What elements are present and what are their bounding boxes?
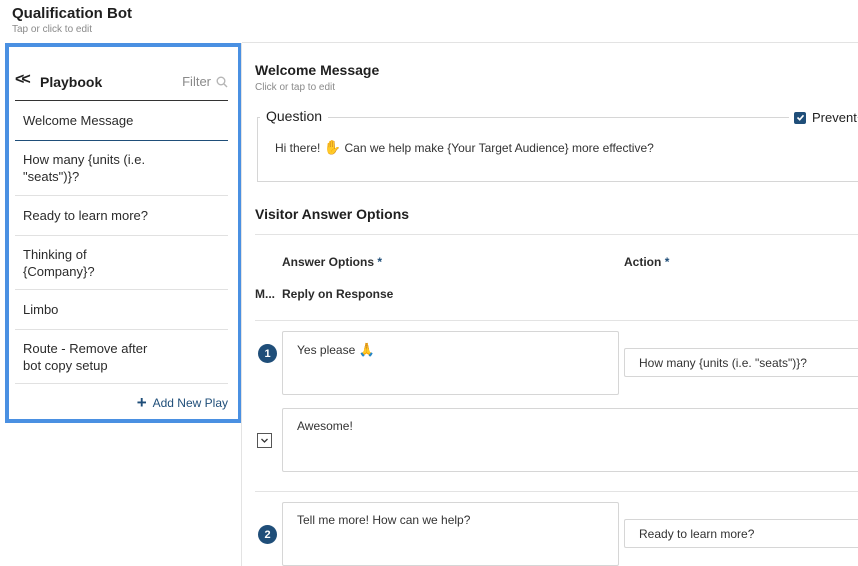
add-new-play-label: Add New Play: [152, 396, 228, 410]
answer-options-label: Answer Options: [282, 255, 375, 269]
sidebar-item-route[interactable]: Route - Remove after bot copy setup: [15, 330, 228, 384]
playbook-title: Playbook: [40, 74, 103, 90]
sidebar-item-label: Route - Remove after bot copy setup: [23, 340, 148, 373]
add-new-play-button[interactable]: + Add New Play: [136, 393, 228, 412]
required-mark: *: [664, 255, 670, 269]
prevent-label: Prevent: [812, 110, 857, 125]
option-number-badge: 2: [258, 525, 277, 544]
sidebar-item-thinking-of-company[interactable]: Thinking of {Company}?: [15, 236, 228, 290]
filter-button[interactable]: Filter: [182, 74, 228, 89]
sidebar-item-welcome-message[interactable]: Welcome Message: [15, 101, 228, 141]
m-column-header: M...: [255, 287, 275, 301]
question-text-end: Can we help make {Your Target Audience} …: [344, 141, 654, 155]
visitor-answer-options-title: Visitor Answer Options: [255, 206, 410, 222]
playbook-list: Welcome Message How many {units (i.e. "s…: [15, 101, 228, 384]
praying-hands-icon: 🙏: [358, 342, 375, 357]
app-title[interactable]: Qualification Bot: [12, 5, 132, 22]
search-icon: [216, 76, 228, 87]
answer-option-text: Yes please: [297, 343, 356, 357]
collapse-icon[interactable]: <<: [15, 71, 31, 89]
required-mark: *: [377, 255, 383, 269]
prevent-checkbox[interactable]: Prevent: [789, 110, 857, 125]
section-divider: [255, 234, 858, 235]
sidebar-item-label: How many {units (i.e. "seats")}?: [23, 152, 146, 184]
question-legend: Question: [260, 108, 329, 124]
panel-divider: [241, 43, 242, 566]
sidebar-item-label: Limbo: [23, 302, 59, 317]
reply-on-response-header: Reply on Response: [282, 287, 394, 301]
sidebar-item-label: Ready to learn more?: [23, 208, 149, 223]
action-header: Action *: [624, 255, 669, 269]
action-select[interactable]: Ready to learn more?: [624, 519, 858, 548]
collapse-toggle-icon[interactable]: [257, 433, 272, 448]
sidebar-item-label: Thinking of {Company}?: [23, 246, 95, 279]
filter-label: Filter: [182, 74, 211, 89]
action-select[interactable]: How many {units (i.e. "seats")}?: [624, 348, 858, 377]
answer-options-header: Answer Options *: [282, 255, 382, 269]
message-title[interactable]: Welcome Message: [255, 62, 379, 78]
sidebar-item-how-many-units[interactable]: How many {units (i.e. "seats")}?: [15, 141, 228, 196]
message-subtitle: Click or tap to edit: [255, 82, 336, 93]
app-subtitle: Tap or click to edit: [12, 24, 93, 35]
question-text[interactable]: Hi there! ✋ Can we help make {Your Targe…: [275, 139, 654, 156]
main-panel: Welcome Message Click or tap to edit Que…: [255, 0, 858, 566]
sidebar-item-limbo[interactable]: Limbo: [15, 290, 228, 330]
plus-icon: +: [136, 393, 147, 412]
waving-hand-icon: ✋: [323, 139, 342, 155]
answer-option-input[interactable]: Tell me more! How can we help?: [282, 502, 619, 566]
reply-on-response-input[interactable]: Awesome!: [282, 408, 858, 472]
checkbox-checked-icon[interactable]: [794, 111, 806, 124]
options-divider: [255, 491, 858, 492]
question-text-start: Hi there!: [275, 141, 321, 155]
action-label: Action: [624, 255, 662, 269]
playbook-sidebar: << Playbook Filter Welcome Message How m…: [5, 43, 242, 423]
answer-option-input[interactable]: Yes please 🙏: [282, 331, 619, 395]
options-divider: [255, 320, 858, 321]
sidebar-item-ready-to-learn[interactable]: Ready to learn more?: [15, 196, 228, 236]
sidebar-item-label: Welcome Message: [23, 113, 134, 128]
app-header[interactable]: Qualification Bot Tap or click to edit: [12, 5, 132, 35]
option-number-badge: 1: [258, 344, 277, 363]
playbook-header: << Playbook Filter: [15, 67, 228, 101]
